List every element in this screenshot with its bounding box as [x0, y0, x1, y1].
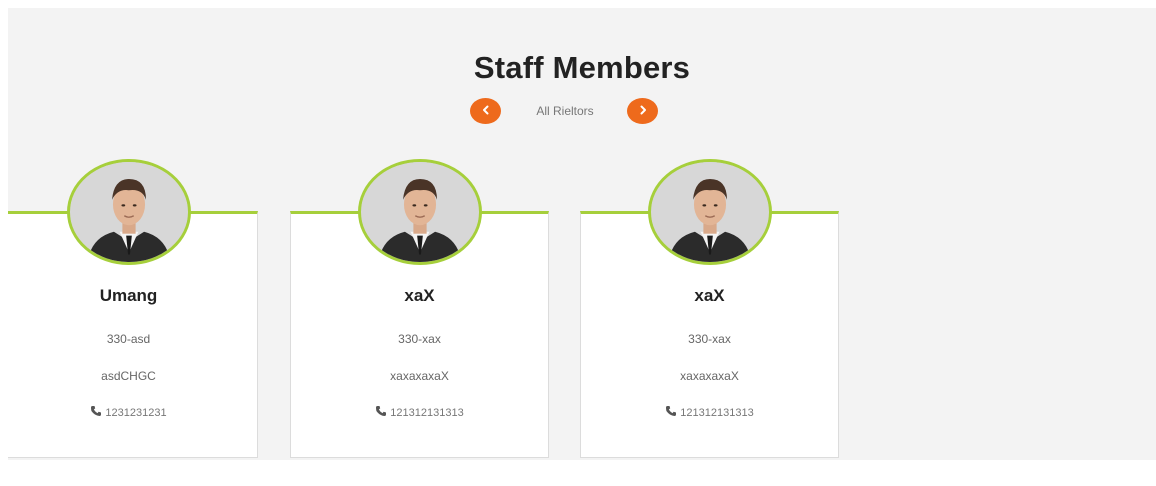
staff-name: xaX [404, 286, 435, 305]
prev-button[interactable] [470, 98, 501, 124]
staff-card[interactable]: xaX 330-xax xaxaxaxaX 121312131313 [290, 159, 549, 458]
phone-number: 121312131313 [680, 407, 754, 419]
staff-extra: asdCHGC [101, 369, 156, 383]
phone-icon [665, 405, 677, 417]
staff-extra: xaxaxaxaX [390, 369, 449, 383]
staff-phone[interactable]: 1231231231 [8, 405, 257, 419]
staff-extra: xaxaxaxaX [680, 369, 739, 383]
phone-number: 1231231231 [105, 407, 167, 419]
carousel-nav: All Rieltors [8, 96, 1156, 126]
staff-code: 330-xax [688, 332, 731, 346]
section-title: Staff Members [473, 50, 691, 85]
phone-number: 121312131313 [390, 407, 464, 419]
chevron-right-icon [638, 102, 648, 120]
phone-icon [375, 405, 387, 417]
staff-name: xaX [694, 286, 725, 305]
avatar-photo [70, 162, 187, 262]
phone-icon [90, 405, 102, 417]
chevron-left-icon [481, 102, 491, 120]
staff-name: Umang [99, 286, 158, 305]
carousel-label: All Rieltors [536, 104, 594, 118]
avatar [66, 159, 191, 265]
staff-section: Staff Members All Rieltors Umang 330-asd… [8, 8, 1156, 460]
avatar-photo [651, 162, 768, 262]
staff-code: 330-asd [106, 332, 151, 346]
avatar [647, 159, 772, 265]
avatar [357, 159, 482, 265]
staff-phone[interactable]: 121312131313 [291, 405, 548, 419]
staff-card[interactable]: xaX 330-xax xaxaxaxaX 121312131313 [580, 159, 839, 458]
staff-phone[interactable]: 121312131313 [581, 405, 838, 419]
staff-code: 330-xax [398, 332, 441, 346]
staff-card[interactable]: Umang 330-asd asdCHGC 1231231231 [8, 159, 258, 458]
avatar-photo [361, 162, 478, 262]
next-button[interactable] [627, 98, 658, 124]
